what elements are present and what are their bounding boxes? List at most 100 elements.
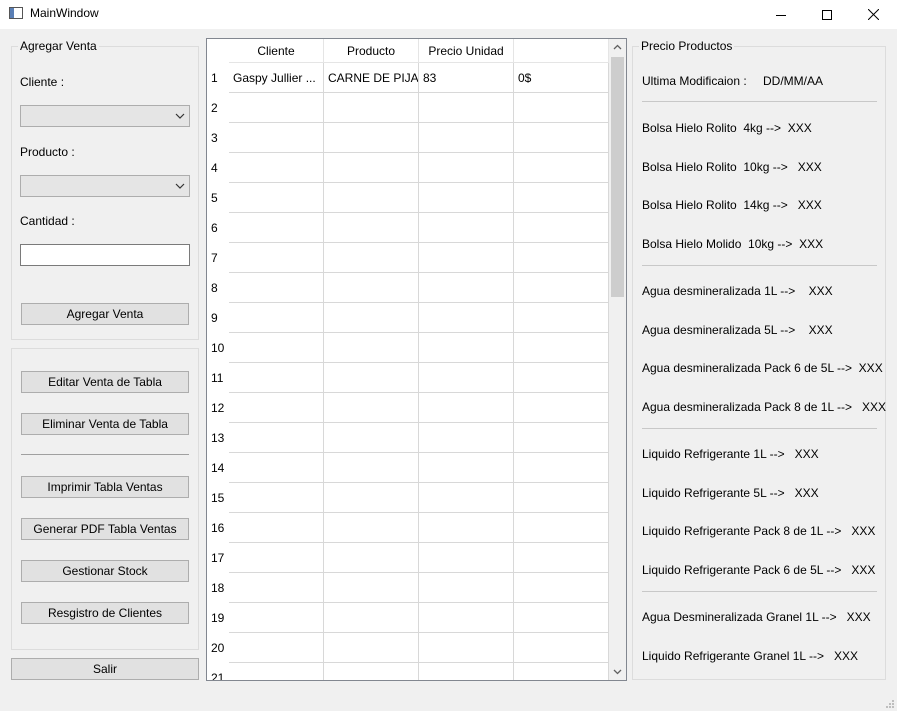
- table-cell[interactable]: [229, 393, 324, 423]
- table-cell[interactable]: [229, 453, 324, 483]
- row-header[interactable]: 8: [207, 273, 229, 303]
- table-cell[interactable]: Gaspy Jullier ...: [229, 63, 324, 93]
- table-cell[interactable]: [324, 123, 419, 153]
- table-cell[interactable]: [419, 513, 514, 543]
- table-cell[interactable]: [324, 393, 419, 423]
- table-cell[interactable]: [324, 453, 419, 483]
- table-cell[interactable]: [229, 273, 324, 303]
- table-cell[interactable]: [514, 393, 609, 423]
- table-cell[interactable]: [419, 573, 514, 603]
- row-header[interactable]: 5: [207, 183, 229, 213]
- table-cell[interactable]: [419, 333, 514, 363]
- table-cell[interactable]: [419, 633, 514, 663]
- table-cell[interactable]: [324, 303, 419, 333]
- table-cell[interactable]: [514, 573, 609, 603]
- table-cell[interactable]: [229, 123, 324, 153]
- table-cell[interactable]: [514, 513, 609, 543]
- table-cell[interactable]: [324, 363, 419, 393]
- table-cell[interactable]: [324, 513, 419, 543]
- table-cell[interactable]: [229, 183, 324, 213]
- column-header-precio-unidad[interactable]: Precio Unidad: [419, 39, 514, 63]
- table-cell[interactable]: [229, 243, 324, 273]
- table-cell[interactable]: [324, 633, 419, 663]
- table-cell[interactable]: [324, 603, 419, 633]
- cliente-combo[interactable]: [20, 105, 190, 127]
- table-cell[interactable]: [514, 213, 609, 243]
- table-cell[interactable]: [514, 183, 609, 213]
- table-cell[interactable]: [419, 453, 514, 483]
- row-header[interactable]: 16: [207, 513, 229, 543]
- table-cell[interactable]: [324, 333, 419, 363]
- table-cell[interactable]: [229, 663, 324, 680]
- table-cell[interactable]: [419, 303, 514, 333]
- table-cell[interactable]: [229, 543, 324, 573]
- table-cell[interactable]: CARNE DE PIJA: [324, 63, 419, 93]
- table-cell[interactable]: [229, 363, 324, 393]
- resize-grip-icon[interactable]: [885, 699, 895, 709]
- row-header[interactable]: 13: [207, 423, 229, 453]
- row-header[interactable]: 10: [207, 333, 229, 363]
- table-cell[interactable]: [514, 423, 609, 453]
- table-cell[interactable]: [514, 633, 609, 663]
- row-header[interactable]: 20: [207, 633, 229, 663]
- salir-button[interactable]: Salir: [11, 658, 199, 680]
- table-vertical-scrollbar[interactable]: [609, 39, 626, 680]
- table-cell[interactable]: [419, 423, 514, 453]
- table-cell[interactable]: [324, 273, 419, 303]
- row-header[interactable]: 14: [207, 453, 229, 483]
- table-cell[interactable]: [229, 303, 324, 333]
- table-cell[interactable]: [419, 153, 514, 183]
- table-cell[interactable]: [229, 153, 324, 183]
- generar-pdf-button[interactable]: Generar PDF Tabla Ventas: [21, 518, 189, 540]
- row-header[interactable]: 2: [207, 93, 229, 123]
- table-cell[interactable]: [419, 543, 514, 573]
- table-cell[interactable]: [514, 663, 609, 680]
- row-header[interactable]: 9: [207, 303, 229, 333]
- table-cell[interactable]: [419, 123, 514, 153]
- table-cell[interactable]: [419, 363, 514, 393]
- table-cell[interactable]: [514, 333, 609, 363]
- table-cell[interactable]: [229, 213, 324, 243]
- table-cell[interactable]: [419, 603, 514, 633]
- maximize-button[interactable]: [804, 0, 850, 29]
- row-header[interactable]: 11: [207, 363, 229, 393]
- table-cell[interactable]: [324, 663, 419, 680]
- table-cell[interactable]: [514, 93, 609, 123]
- table-cell[interactable]: [514, 603, 609, 633]
- table-cell[interactable]: [514, 123, 609, 153]
- table-cell[interactable]: [229, 603, 324, 633]
- table-cell[interactable]: [514, 453, 609, 483]
- row-header[interactable]: 19: [207, 603, 229, 633]
- table-cell[interactable]: [419, 213, 514, 243]
- table-cell[interactable]: [324, 153, 419, 183]
- row-header[interactable]: 1: [207, 63, 229, 93]
- table-cell[interactable]: [229, 93, 324, 123]
- registro-clientes-button[interactable]: Resgistro de Clientes: [21, 602, 189, 624]
- table-cell[interactable]: [514, 363, 609, 393]
- row-header[interactable]: 21: [207, 663, 229, 680]
- table-cell[interactable]: [324, 483, 419, 513]
- agregar-venta-button[interactable]: Agregar Venta: [21, 303, 189, 325]
- table-cell[interactable]: [419, 93, 514, 123]
- cantidad-input[interactable]: [20, 244, 190, 266]
- table-cell[interactable]: [419, 243, 514, 273]
- column-header-cliente[interactable]: Cliente: [229, 39, 324, 63]
- table-cell[interactable]: [419, 183, 514, 213]
- table-cell[interactable]: [324, 183, 419, 213]
- close-button[interactable]: [850, 0, 896, 29]
- table-cell[interactable]: [514, 243, 609, 273]
- scroll-down-button[interactable]: [609, 663, 626, 680]
- table-cell[interactable]: [514, 483, 609, 513]
- gestionar-stock-button[interactable]: Gestionar Stock: [21, 560, 189, 582]
- table-cell[interactable]: [324, 423, 419, 453]
- row-header[interactable]: 4: [207, 153, 229, 183]
- table-cell[interactable]: [514, 543, 609, 573]
- row-header[interactable]: 7: [207, 243, 229, 273]
- table-cell[interactable]: [419, 663, 514, 680]
- table-cell[interactable]: [419, 273, 514, 303]
- eliminar-venta-button[interactable]: Eliminar Venta de Tabla: [21, 413, 189, 435]
- row-header[interactable]: 15: [207, 483, 229, 513]
- row-header[interactable]: 3: [207, 123, 229, 153]
- table-cell[interactable]: 83: [419, 63, 514, 93]
- table-cell[interactable]: [514, 153, 609, 183]
